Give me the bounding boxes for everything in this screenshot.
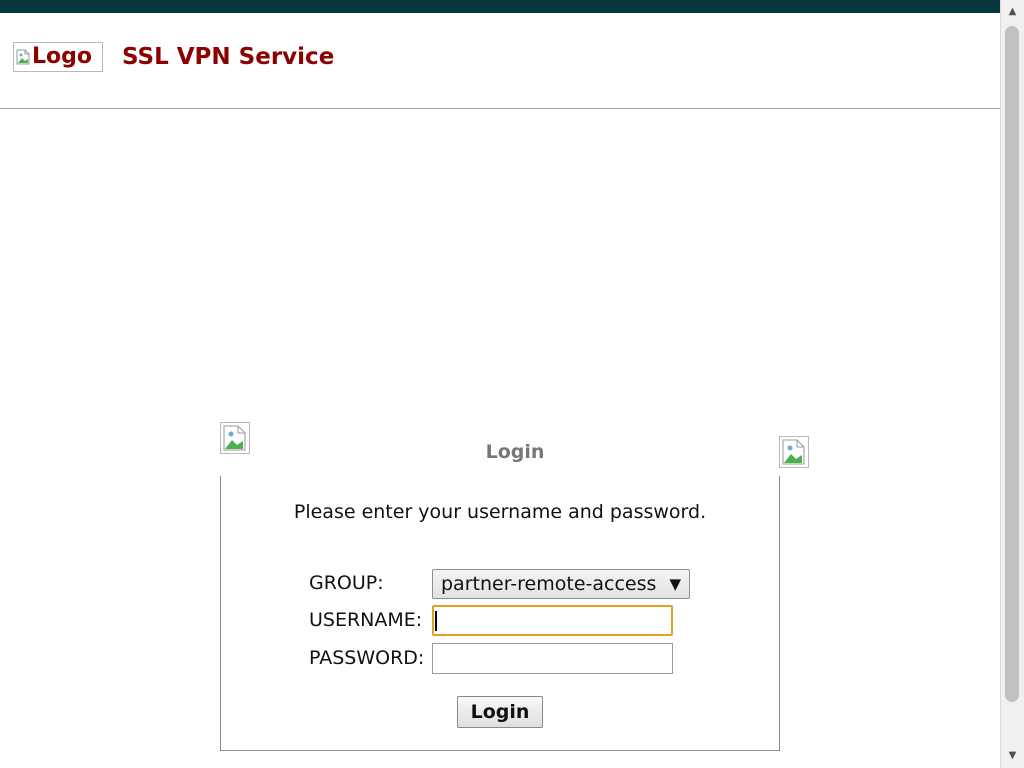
broken-image-icon: [782, 439, 805, 465]
scrollbar-thumb[interactable]: [1005, 26, 1019, 702]
logo-alt-text: Logo: [32, 44, 92, 69]
top-banner-bar: [0, 0, 1000, 13]
dropdown-arrow-icon: ▼: [669, 575, 681, 593]
password-input[interactable]: [432, 643, 673, 674]
login-button[interactable]: Login: [457, 696, 543, 728]
scroll-up-arrow-icon[interactable]: ▲: [1001, 2, 1024, 20]
logo-image: Logo: [13, 42, 103, 72]
corner-image-left: [220, 422, 250, 454]
text-caret: [435, 611, 437, 631]
scroll-down-arrow-icon[interactable]: ▼: [1001, 746, 1024, 764]
service-title: SSL VPN Service: [122, 44, 335, 70]
username-label: USERNAME:: [309, 609, 423, 631]
login-heading: Login: [485, 441, 545, 463]
broken-image-icon: [16, 49, 30, 65]
login-instructions: Please enter your username and password.: [293, 501, 707, 523]
broken-image-icon: [223, 425, 246, 451]
page-viewport: Logo SSL VPN Service Login Please enter …: [0, 0, 1000, 768]
group-selected-value: partner-remote-access: [441, 573, 657, 595]
page-header: Logo SSL VPN Service: [0, 13, 1000, 109]
password-label: PASSWORD:: [309, 647, 425, 669]
vertical-scrollbar[interactable]: ▲ ▼: [1000, 0, 1024, 768]
group-select[interactable]: partner-remote-access ▼: [432, 569, 690, 599]
corner-image-right: [779, 436, 809, 468]
username-input[interactable]: [432, 605, 673, 636]
group-label: GROUP:: [309, 572, 384, 594]
